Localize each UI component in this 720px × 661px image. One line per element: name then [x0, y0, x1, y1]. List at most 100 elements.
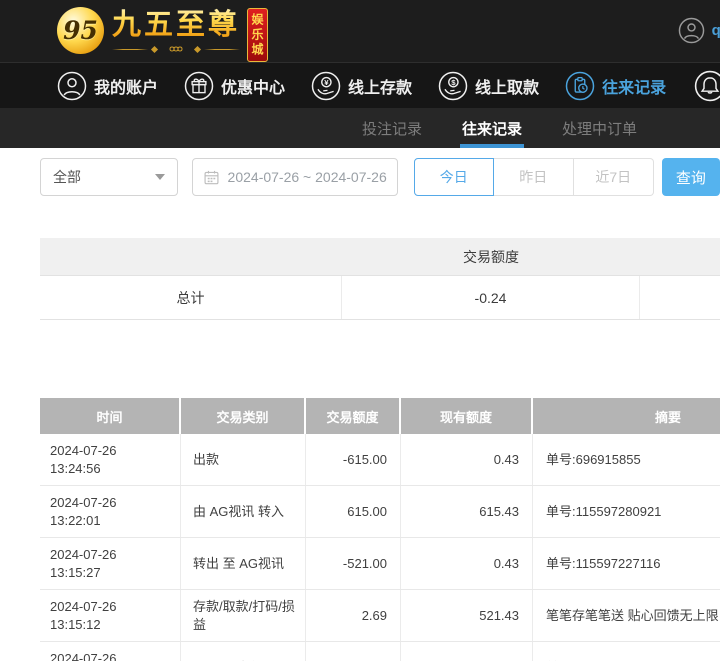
table-row: 2024-07-26 13:15:27 转出 至 AG视讯 -521.00 0.… — [40, 538, 720, 590]
cell-balance: 518.74 — [401, 642, 533, 661]
records-table: 时间 交易类别 交易额度 现有额度 摘要 2024-07-26 13:24:56… — [40, 398, 720, 661]
chevron-down-icon — [155, 174, 165, 180]
tab-transaction-records[interactable]: 往来记录 — [462, 108, 522, 148]
logo-emblem-text: 95 — [63, 16, 98, 45]
col-header-category: 交易类别 — [181, 398, 306, 434]
tab-betting-records[interactable]: 投注记录 — [362, 108, 422, 148]
logo-95-emblem: 95 — [57, 7, 104, 54]
cell-category: 转出 至 AG视讯 — [181, 538, 306, 589]
cell-amount: 615.00 — [306, 486, 401, 537]
col-header-summary: 摘要 — [533, 398, 720, 434]
type-select-value: 全部 — [53, 167, 81, 187]
last7days-button[interactable]: 近7日 — [574, 158, 654, 196]
withdraw-hand-coin-icon: $ — [438, 71, 468, 101]
col-header-amount: 交易额度 — [306, 398, 401, 434]
date-range-value: 2024-07-26 ~ 2024-07-26 — [228, 169, 387, 185]
cell-amount: 500.00 — [306, 642, 401, 661]
cell-category: CGPAY支付 — [181, 642, 306, 661]
cell-category: 存款/取款/打码/损益 — [181, 590, 306, 641]
nav-label: 线上取款 — [475, 74, 539, 98]
user-account[interactable]: qb — [678, 17, 720, 44]
cell-summary: 单号:202407273681683246 — [533, 642, 720, 661]
cell-time: 2024-07-26 13:24:56 — [40, 434, 181, 485]
summary-header-row: 交易额度 — [40, 238, 720, 276]
cell-summary: 单号:115597227116 — [533, 538, 720, 589]
records-header-row: 时间 交易类别 交易额度 现有额度 摘要 — [40, 398, 720, 434]
notifications-button[interactable] — [694, 70, 720, 102]
cell-balance: 0.43 — [401, 434, 533, 485]
nav-item-promotions[interactable]: 优惠中心 — [184, 71, 285, 101]
yesterday-button[interactable]: 昨日 — [494, 158, 574, 196]
cell-summary: 笔笔存笔笔送 贴心回馈无上限 — [533, 590, 720, 641]
subtab-label: 往来记录 — [462, 118, 522, 139]
nav-item-online-deposit[interactable]: ¥ 线上存款 — [311, 71, 412, 101]
nav-label: 往来记录 — [602, 74, 666, 98]
table-row: 2024-07-26 13:15:12 存款/取款/打码/损益 2.69 521… — [40, 590, 720, 642]
cell-time: 2024-07-26 13:15:27 — [40, 538, 181, 589]
summary-header-empty2 — [640, 238, 720, 275]
records-clipboard-clock-icon — [565, 71, 595, 101]
active-tab-underline — [460, 144, 524, 148]
nav-item-transaction-records[interactable]: 往来记录 — [565, 71, 666, 101]
tab-processing-orders[interactable]: 处理中订单 — [562, 108, 637, 148]
table-row: 2024-07-26 13:24:56 出款 -615.00 0.43 单号:6… — [40, 434, 720, 486]
username-text: qb — [712, 22, 720, 39]
cell-time: 2024-07-26 13:15:12 — [40, 590, 181, 641]
top-header: 95 九五至尊 娱乐城 qb — [0, 0, 720, 62]
svg-text:¥: ¥ — [324, 77, 329, 86]
search-button[interactable]: 查询 — [662, 158, 720, 196]
app-window: 95 九五至尊 娱乐城 qb — [0, 0, 720, 661]
nav-label: 我的账户 — [94, 74, 158, 98]
type-select[interactable]: 全部 — [40, 158, 178, 196]
gift-icon — [184, 71, 214, 101]
nav-item-online-withdraw[interactable]: $ 线上取款 — [438, 71, 539, 101]
svg-text:$: $ — [451, 77, 456, 86]
cell-time: 2024-07-26 13:15:01 — [40, 642, 181, 661]
infinity-scroll-icon — [163, 44, 189, 54]
cell-balance: 521.43 — [401, 590, 533, 641]
subtab-label: 投注记录 — [362, 118, 422, 139]
bell-icon — [694, 70, 720, 102]
cell-balance: 615.43 — [401, 486, 533, 537]
cell-summary: 单号:115597280921 — [533, 486, 720, 537]
table-row: 2024-07-26 13:22:01 由 AG视讯 转入 615.00 615… — [40, 486, 720, 538]
site-logo[interactable]: 95 九五至尊 娱乐城 — [57, 5, 268, 62]
yesterday-button-label: 昨日 — [519, 167, 547, 187]
table-row: 2024-07-26 13:15:01 CGPAY支付 500.00 518.7… — [40, 642, 720, 661]
summary-total-row: 总计 -0.24 — [40, 276, 720, 320]
today-button[interactable]: 今日 — [414, 158, 494, 196]
logo-title: 九五至尊 — [112, 5, 240, 45]
quick-date-buttons: 今日 昨日 近7日 — [414, 158, 654, 196]
deposit-hand-coin-icon: ¥ — [311, 71, 341, 101]
sub-nav: 投注记录 往来记录 处理中订单 — [0, 108, 720, 148]
cell-category: 出款 — [181, 434, 306, 485]
user-avatar-icon — [678, 17, 705, 44]
summary-table: 交易额度 总计 -0.24 — [40, 238, 720, 320]
main-nav: 我的账户 优惠中心 ¥ 线上存款 — [0, 62, 720, 108]
col-header-time: 时间 — [40, 398, 181, 434]
subtab-label: 处理中订单 — [562, 118, 637, 139]
cell-amount: -521.00 — [306, 538, 401, 589]
logo-casino-badge: 娱乐城 — [247, 8, 268, 62]
date-range-input[interactable]: 2024-07-26 ~ 2024-07-26 — [192, 158, 398, 196]
col-header-balance: 现有额度 — [401, 398, 533, 434]
filter-bar: 全部 2024-07-26 ~ 2024-07-26 今日 昨日 — [40, 158, 720, 196]
nav-item-my-account[interactable]: 我的账户 — [57, 71, 158, 101]
summary-total-value: -0.24 — [342, 276, 640, 319]
today-button-label: 今日 — [440, 167, 468, 187]
cell-balance: 0.43 — [401, 538, 533, 589]
summary-total-empty — [640, 276, 720, 319]
summary-total-label: 总计 — [40, 276, 342, 319]
calendar-icon — [203, 169, 220, 186]
last7days-button-label: 近7日 — [595, 167, 631, 187]
logo-title-block: 九五至尊 — [112, 5, 240, 55]
cell-time: 2024-07-26 13:22:01 — [40, 486, 181, 537]
cell-summary: 单号:696915855 — [533, 434, 720, 485]
summary-header-amount: 交易额度 — [342, 238, 640, 275]
cell-category: 由 AG视讯 转入 — [181, 486, 306, 537]
user-circle-icon — [57, 71, 87, 101]
sub-nav-tabs: 投注记录 往来记录 处理中订单 — [362, 108, 637, 148]
nav-label: 线上存款 — [348, 74, 412, 98]
nav-label: 优惠中心 — [221, 74, 285, 98]
cell-amount: 2.69 — [306, 590, 401, 641]
